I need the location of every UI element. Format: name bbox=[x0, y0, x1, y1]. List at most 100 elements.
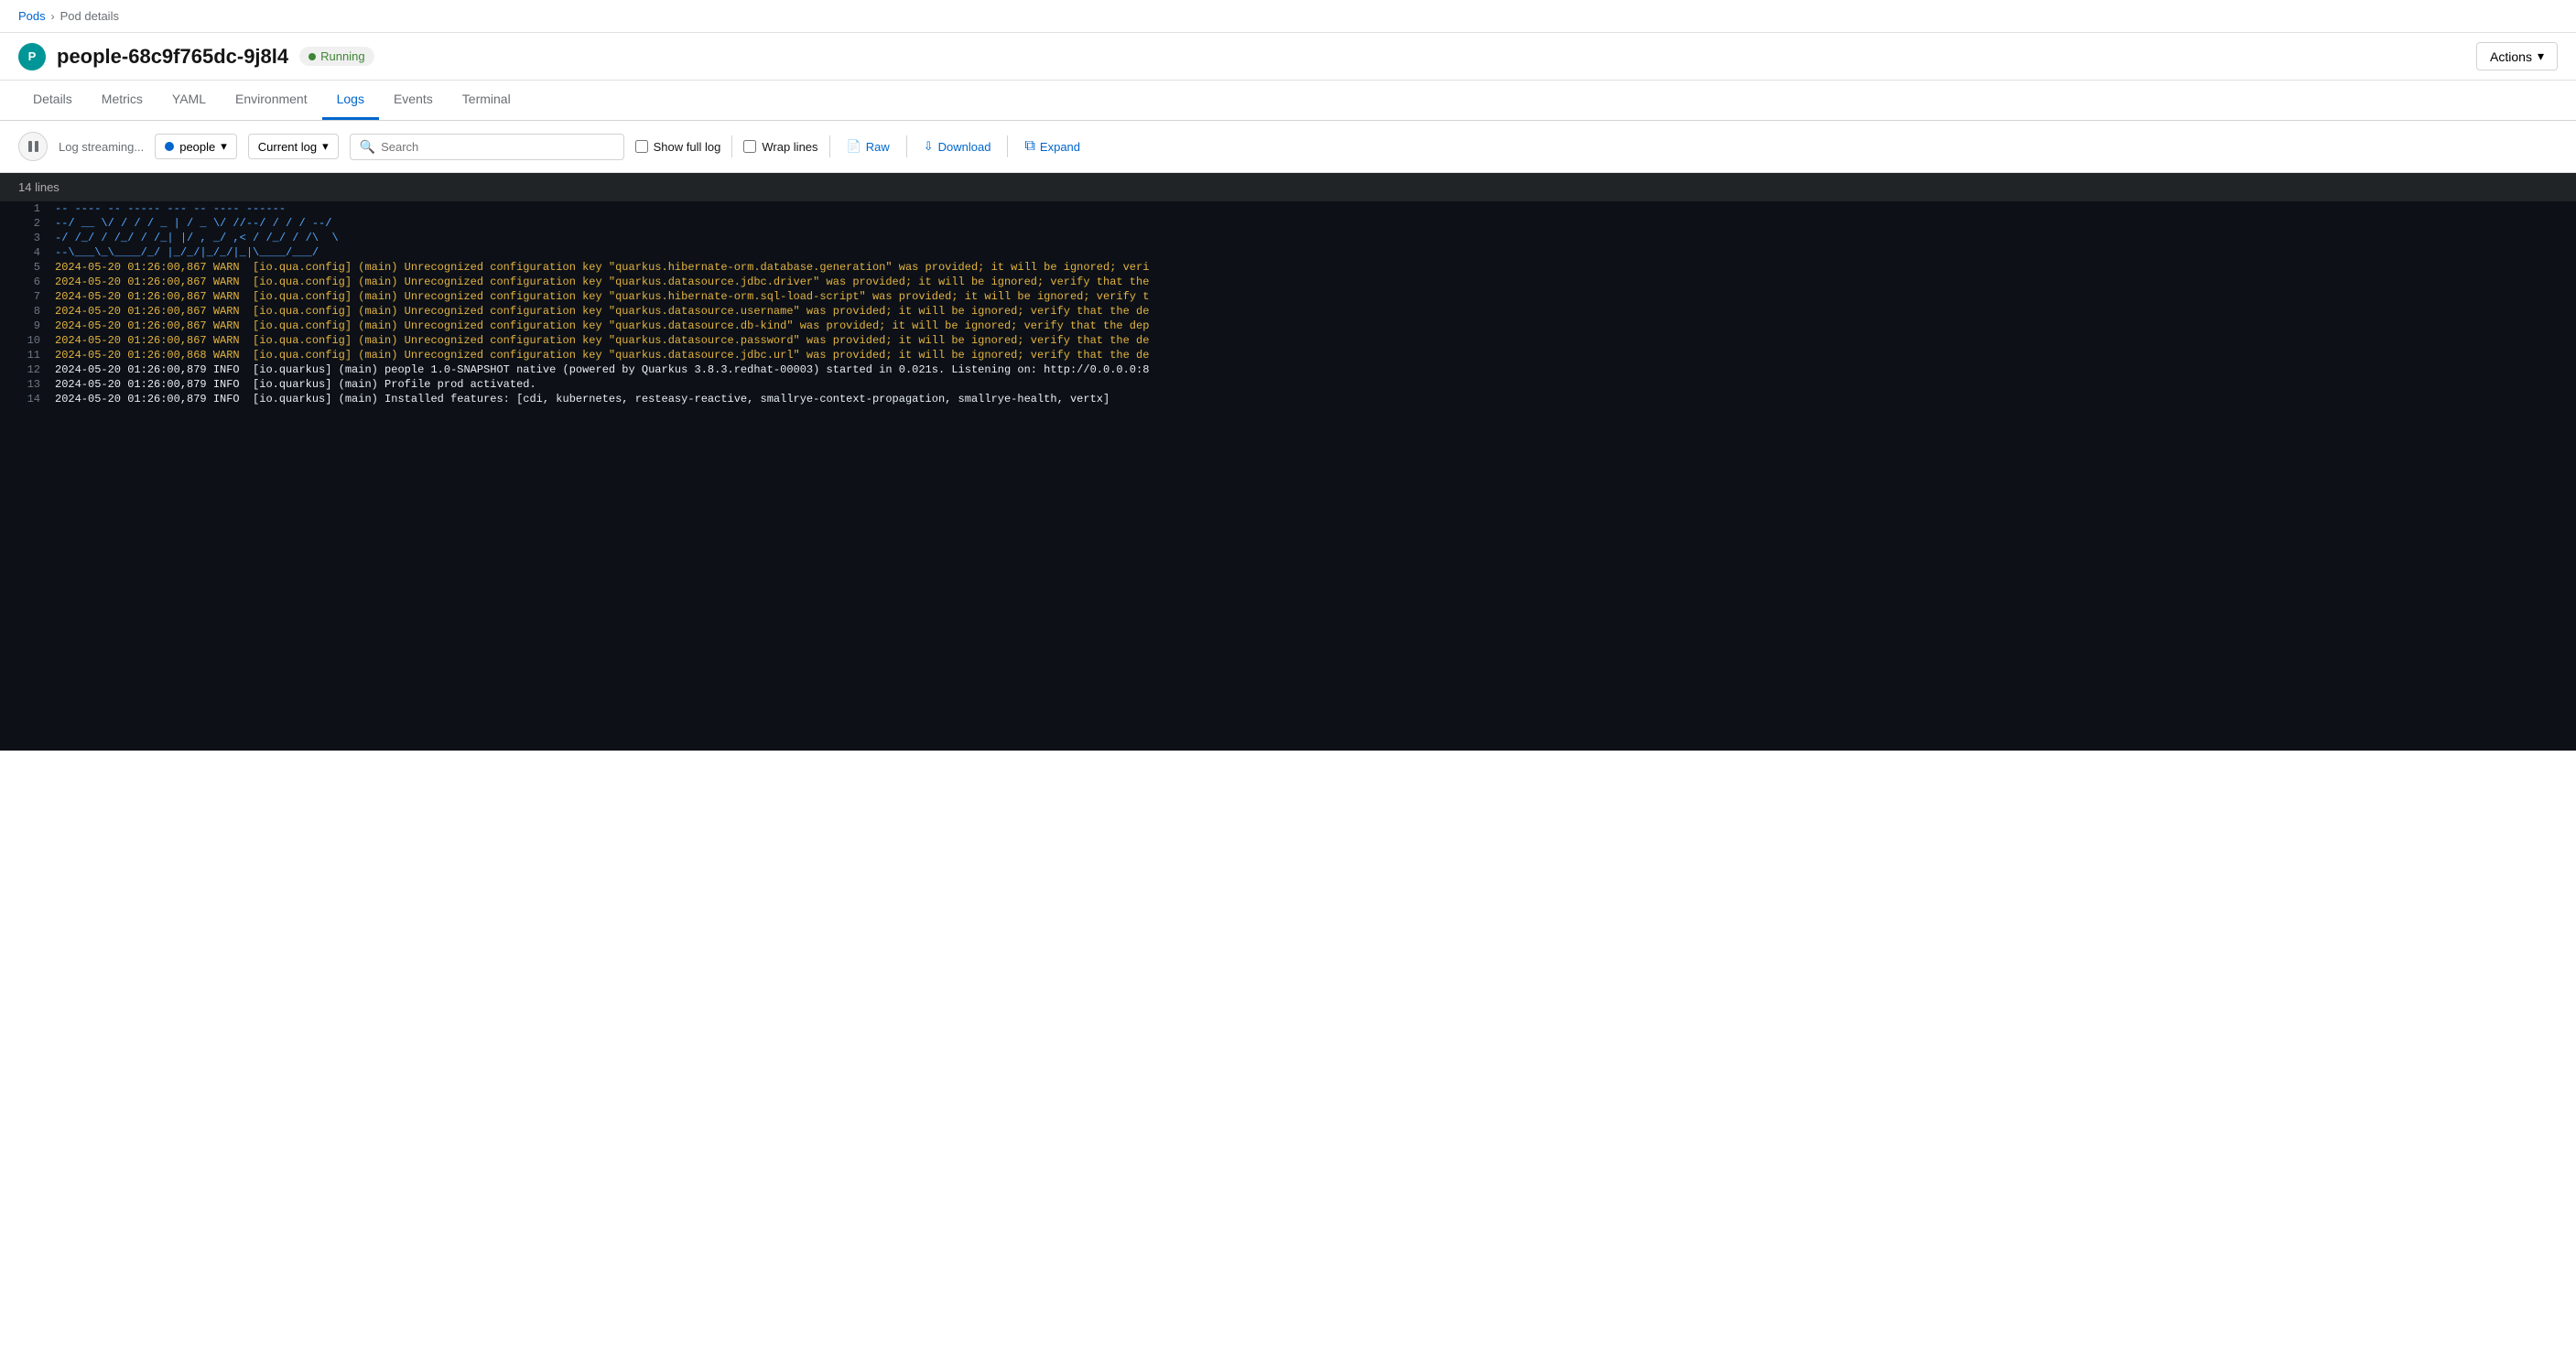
line-number: 3 bbox=[0, 232, 55, 244]
nav-tabs: Details Metrics YAML Environment Logs Ev… bbox=[0, 81, 2576, 121]
status-badge: Running bbox=[299, 47, 373, 66]
line-number: 13 bbox=[0, 378, 55, 391]
log-line: 132024-05-20 01:26:00,879 INFO [io.quark… bbox=[0, 377, 2576, 392]
line-number: 4 bbox=[0, 246, 55, 259]
show-full-log-checkbox-group[interactable]: Show full log bbox=[635, 140, 721, 154]
wrap-lines-checkbox-group[interactable]: Wrap lines bbox=[743, 140, 817, 154]
line-number: 6 bbox=[0, 276, 55, 288]
line-number: 2 bbox=[0, 217, 55, 230]
tab-logs[interactable]: Logs bbox=[322, 81, 379, 120]
log-line: 1-- ---- -- ----- --- -- ---- ------ bbox=[0, 201, 2576, 216]
line-content: 2024-05-20 01:26:00,867 WARN [io.qua.con… bbox=[55, 261, 2576, 274]
toolbar-divider-4 bbox=[1007, 135, 1008, 157]
container-chevron-down-icon: ▾ bbox=[221, 139, 227, 154]
expand-label: Expand bbox=[1040, 140, 1080, 154]
line-number: 11 bbox=[0, 349, 55, 362]
log-line: 112024-05-20 01:26:00,868 WARN [io.qua.c… bbox=[0, 348, 2576, 362]
tab-terminal[interactable]: Terminal bbox=[448, 81, 525, 120]
log-line: 82024-05-20 01:26:00,867 WARN [io.qua.co… bbox=[0, 304, 2576, 319]
streaming-label: Log streaming... bbox=[59, 140, 144, 154]
chevron-down-icon: ▾ bbox=[2538, 49, 2544, 64]
breadcrumb-parent-link[interactable]: Pods bbox=[18, 9, 46, 23]
show-full-log-checkbox[interactable] bbox=[635, 140, 648, 153]
container-dropdown[interactable]: people ▾ bbox=[155, 134, 237, 159]
expand-button[interactable]: ⧉ Expand bbox=[1019, 135, 1086, 158]
line-number: 8 bbox=[0, 305, 55, 318]
log-line: 2--/ __ \/ / / / _ | / _ \/ //--/ / / / … bbox=[0, 216, 2576, 231]
line-content: 2024-05-20 01:26:00,879 INFO [io.quarkus… bbox=[55, 363, 2576, 376]
wrap-lines-checkbox[interactable] bbox=[743, 140, 756, 153]
wrap-lines-label: Wrap lines bbox=[762, 140, 817, 154]
line-content: --\___\_\____/_/ |_/_/|_/_/|_|\____/___/ bbox=[55, 246, 2576, 259]
toolbar-divider-3 bbox=[906, 135, 907, 157]
line-number: 10 bbox=[0, 334, 55, 347]
container-dot-icon bbox=[165, 142, 174, 151]
log-header: 14 lines bbox=[0, 173, 2576, 201]
tab-details[interactable]: Details bbox=[18, 81, 87, 120]
breadcrumb-separator: › bbox=[51, 10, 55, 23]
log-toolbar: Log streaming... people ▾ Current log ▾ … bbox=[0, 121, 2576, 173]
log-line: 142024-05-20 01:26:00,879 INFO [io.quark… bbox=[0, 392, 2576, 406]
breadcrumb-current: Pod details bbox=[60, 9, 119, 23]
page-header: P people-68c9f765dc-9j8l4 Running Action… bbox=[0, 33, 2576, 81]
download-icon: ⇩ bbox=[924, 139, 934, 154]
log-line: 92024-05-20 01:26:00,867 WARN [io.qua.co… bbox=[0, 319, 2576, 333]
download-label: Download bbox=[938, 140, 991, 154]
log-type-chevron-icon: ▾ bbox=[322, 139, 329, 154]
line-number: 5 bbox=[0, 261, 55, 274]
log-line: 122024-05-20 01:26:00,879 INFO [io.quark… bbox=[0, 362, 2576, 377]
download-button[interactable]: ⇩ Download bbox=[918, 135, 997, 157]
line-content: -- ---- -- ----- --- -- ---- ------ bbox=[55, 202, 2576, 215]
line-content: 2024-05-20 01:26:00,867 WARN [io.qua.con… bbox=[55, 334, 2576, 347]
status-spinner-icon bbox=[308, 53, 316, 60]
container-dropdown-label: people bbox=[179, 140, 215, 154]
expand-icon: ⧉ bbox=[1024, 138, 1034, 155]
tab-events[interactable]: Events bbox=[379, 81, 448, 120]
log-line: 3-/ /_/ / /_/ / /_| |/ , _/ ,< / /_/ / /… bbox=[0, 231, 2576, 245]
log-line: 52024-05-20 01:26:00,867 WARN [io.qua.co… bbox=[0, 260, 2576, 275]
log-line: 4--\___\_\____/_/ |_/_/|_/_/|_|\____/___… bbox=[0, 245, 2576, 260]
pause-icon bbox=[27, 140, 39, 153]
log-type-label: Current log bbox=[258, 140, 317, 154]
log-container[interactable]: 1-- ---- -- ----- --- -- ---- ------2--/… bbox=[0, 201, 2576, 751]
log-line: 62024-05-20 01:26:00,867 WARN [io.qua.co… bbox=[0, 275, 2576, 289]
log-line: 72024-05-20 01:26:00,867 WARN [io.qua.co… bbox=[0, 289, 2576, 304]
file-icon: 📄 bbox=[847, 139, 861, 154]
actions-button[interactable]: Actions ▾ bbox=[2476, 42, 2558, 70]
pod-name: people-68c9f765dc-9j8l4 bbox=[57, 45, 288, 69]
line-content: 2024-05-20 01:26:00,867 WARN [io.qua.con… bbox=[55, 290, 2576, 303]
line-number: 7 bbox=[0, 290, 55, 303]
line-content: 2024-05-20 01:26:00,867 WARN [io.qua.con… bbox=[55, 305, 2576, 318]
show-full-log-label: Show full log bbox=[654, 140, 721, 154]
line-content: 2024-05-20 01:26:00,868 WARN [io.qua.con… bbox=[55, 349, 2576, 362]
toolbar-divider-2 bbox=[829, 135, 830, 157]
pod-icon: P bbox=[18, 43, 46, 70]
log-line: 102024-05-20 01:26:00,867 WARN [io.qua.c… bbox=[0, 333, 2576, 348]
search-input[interactable] bbox=[381, 140, 614, 154]
line-content: -/ /_/ / /_/ / /_| |/ , _/ ,< / /_/ / /\… bbox=[55, 232, 2576, 244]
line-number: 14 bbox=[0, 393, 55, 405]
tab-yaml[interactable]: YAML bbox=[157, 81, 221, 120]
line-number: 12 bbox=[0, 363, 55, 376]
tab-metrics[interactable]: Metrics bbox=[87, 81, 157, 120]
search-box: 🔍 bbox=[350, 134, 624, 160]
line-content: 2024-05-20 01:26:00,867 WARN [io.qua.con… bbox=[55, 276, 2576, 288]
log-lines-count: 14 lines bbox=[18, 180, 60, 194]
pause-streaming-button[interactable] bbox=[18, 132, 48, 161]
status-label: Running bbox=[320, 49, 364, 63]
line-number: 1 bbox=[0, 202, 55, 215]
log-type-dropdown[interactable]: Current log ▾ bbox=[248, 134, 339, 159]
line-content: 2024-05-20 01:26:00,867 WARN [io.qua.con… bbox=[55, 319, 2576, 332]
line-content: --/ __ \/ / / / _ | / _ \/ //--/ / / / -… bbox=[55, 217, 2576, 230]
actions-label: Actions bbox=[2490, 49, 2532, 64]
line-number: 9 bbox=[0, 319, 55, 332]
toolbar-divider-1 bbox=[731, 135, 732, 157]
line-content: 2024-05-20 01:26:00,879 INFO [io.quarkus… bbox=[55, 378, 2576, 391]
line-content: 2024-05-20 01:26:00,879 INFO [io.quarkus… bbox=[55, 393, 2576, 405]
search-icon: 🔍 bbox=[360, 139, 375, 155]
tab-environment[interactable]: Environment bbox=[221, 81, 322, 120]
raw-label: Raw bbox=[866, 140, 890, 154]
raw-button[interactable]: 📄 Raw bbox=[841, 135, 895, 157]
header-left: P people-68c9f765dc-9j8l4 Running bbox=[18, 43, 374, 70]
breadcrumb: Pods › Pod details bbox=[0, 0, 2576, 33]
